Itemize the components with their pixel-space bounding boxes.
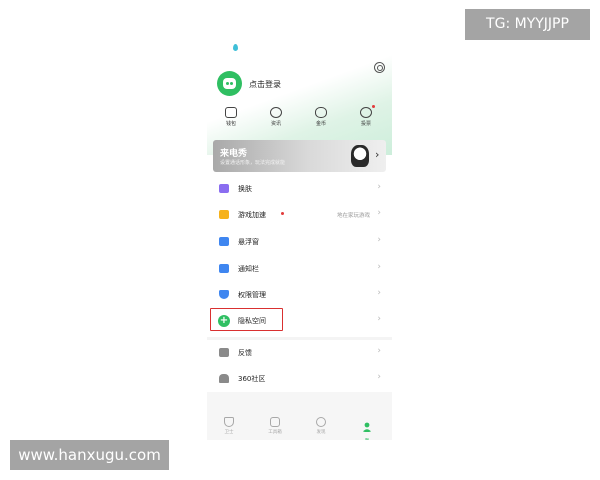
bottom-tab-bar: 卫士 工具箱 发现 我 <box>207 392 392 440</box>
watermark-bottom: www.hanxugu.com <box>10 440 169 470</box>
home-icon <box>219 374 229 383</box>
chevron-right-icon: › <box>377 182 381 192</box>
menu-item-label: 通知栏 <box>238 265 259 273</box>
tshirt-icon <box>219 184 229 193</box>
menu-item-feedback[interactable]: 反馈 › <box>207 340 392 366</box>
header-background <box>207 40 392 155</box>
menu-item-label: 360社区 <box>238 375 266 383</box>
gamepad-icon <box>219 210 229 219</box>
tab-guard[interactable]: 卫士 <box>209 417 249 435</box>
notification-icon <box>219 264 229 273</box>
quick-action-label: 投票 <box>360 121 371 127</box>
status-bar-icons: ▪ ▪ ▮ <box>363 43 386 51</box>
banner-title: 来电秀 <box>220 149 248 159</box>
status-indicator-icon <box>233 44 238 51</box>
chevron-right-icon: › <box>377 262 381 272</box>
chevron-right-icon: › <box>377 208 381 218</box>
compass-tab-icon <box>316 417 326 427</box>
chevron-right-icon: › <box>377 346 381 356</box>
banner-portrait-image <box>351 145 369 167</box>
robot-eye-right <box>230 82 233 85</box>
chevron-right-icon: › <box>377 372 381 382</box>
menu-item-label: 悬浮窗 <box>238 238 259 246</box>
quick-action-label: 金币 <box>315 121 326 127</box>
chevron-right-icon: › <box>377 314 381 324</box>
settings-icon[interactable] <box>374 62 385 73</box>
avatar[interactable] <box>217 71 242 96</box>
shield-icon <box>219 290 229 299</box>
quick-action-label: 资讯 <box>270 121 281 127</box>
wallet-icon <box>225 107 237 118</box>
vote-icon <box>360 107 372 118</box>
menu-item-skin[interactable]: 换肤 › <box>207 176 392 202</box>
menu-item-community[interactable]: 360社区 › <box>207 366 392 392</box>
new-badge-dot <box>281 212 284 215</box>
menu-item-notification-bar[interactable]: 通知栏 › <box>207 256 392 282</box>
chevron-right-icon: › <box>377 288 381 298</box>
menu-item-hint: 地在家玩游戏 <box>336 213 370 219</box>
quick-action-coins[interactable]: 金币 <box>306 104 336 127</box>
tab-label: 我 <box>347 438 387 440</box>
menu-item-label: 游戏加速 <box>238 211 266 219</box>
phone-screen: ▪ ▪ ▮ 点击登录 钱包 资讯 金币 投票 来电秀 设置通话形象，玩法完成就能 <box>207 40 392 440</box>
smile-icon <box>270 107 282 118</box>
chevron-right-icon: › <box>377 235 381 245</box>
tab-me[interactable]: 我 <box>347 417 387 440</box>
quick-action-vote[interactable]: 投票 <box>351 104 381 127</box>
quick-action-wallet[interactable]: 钱包 <box>216 104 246 127</box>
menu-item-label: 换肤 <box>238 185 252 193</box>
notification-dot <box>372 105 375 108</box>
coins-icon <box>315 107 327 118</box>
menu-item-label: 反馈 <box>238 349 252 357</box>
menu-item-permissions[interactable]: 权限管理 › <box>207 282 392 308</box>
tab-discover[interactable]: 发现 <box>301 417 341 435</box>
menu-item-label: 权限管理 <box>238 291 266 299</box>
quick-actions: 钱包 资讯 金币 投票 <box>207 104 392 134</box>
quick-action-news[interactable]: 资讯 <box>261 104 291 127</box>
watermark-top: TG: MYYJJPP <box>465 9 590 40</box>
chevron-right-icon: › <box>375 148 380 161</box>
tab-label: 发现 <box>316 430 326 435</box>
toolbox-tab-icon <box>270 417 280 427</box>
robot-eye-left <box>226 82 229 85</box>
tab-toolbox[interactable]: 工具箱 <box>255 417 295 435</box>
float-window-icon <box>219 237 229 246</box>
feedback-icon <box>219 348 229 357</box>
highlight-box <box>210 308 283 331</box>
shield-tab-icon <box>224 417 234 427</box>
menu-item-game-boost[interactable]: 游戏加速 地在家玩游戏 › <box>207 202 392 228</box>
menu-item-floating-window[interactable]: 悬浮窗 › <box>207 229 392 255</box>
banner-subtitle: 设置通话形象，玩法完成就能 <box>220 160 286 166</box>
quick-action-label: 钱包 <box>225 121 236 127</box>
tab-label: 工具箱 <box>268 430 282 435</box>
promo-banner[interactable]: 来电秀 设置通话形象，玩法完成就能 › <box>213 140 386 172</box>
person-tab-icon <box>362 422 372 432</box>
login-link[interactable]: 点击登录 <box>249 79 281 90</box>
tab-label: 卫士 <box>224 430 234 435</box>
